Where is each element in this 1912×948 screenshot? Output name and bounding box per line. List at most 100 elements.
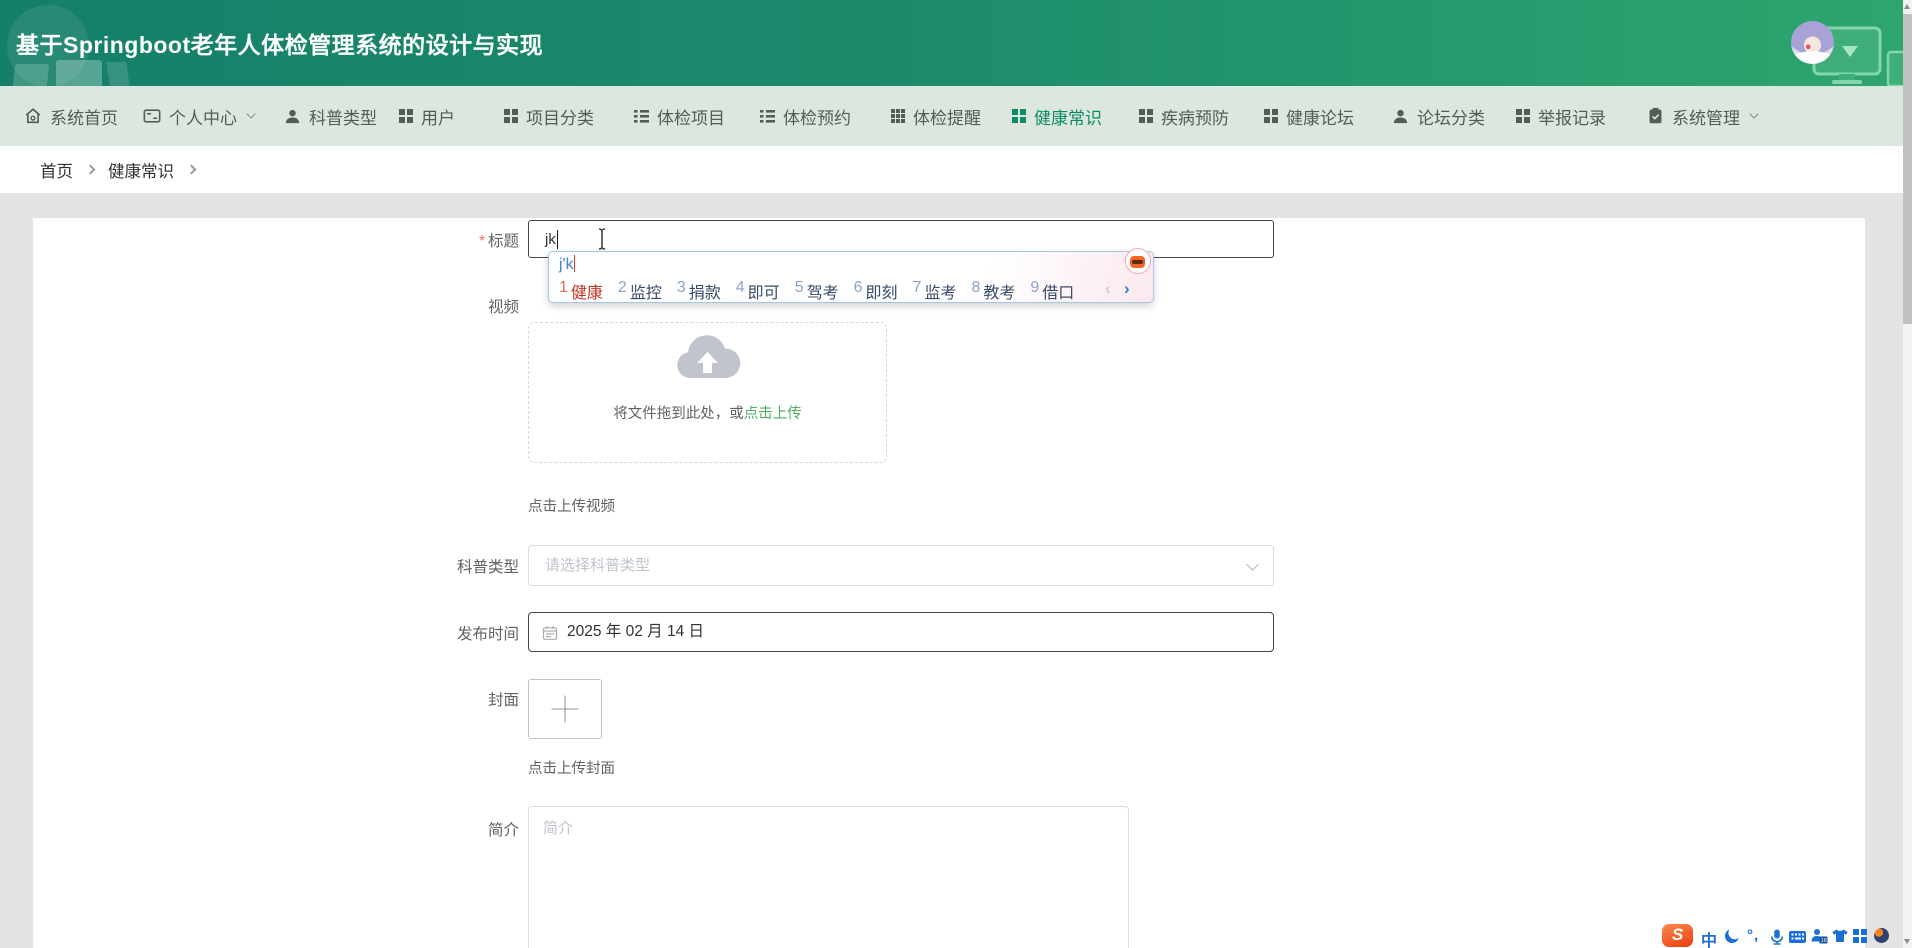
ime-composition: j'k: [559, 255, 576, 273]
grid-icon: [1139, 109, 1153, 123]
breadcrumb-item-health-knowledge[interactable]: 健康常识: [108, 158, 174, 182]
cover-upload-hint: 点击上传封面: [528, 761, 615, 777]
avatar[interactable]: [1791, 21, 1834, 64]
user-icon: [1393, 109, 1408, 123]
ime-candidate[interactable]: 9 借口: [1030, 279, 1074, 303]
ime-candidate[interactable]: 5 驾考: [795, 279, 839, 303]
breadcrumb-item-home[interactable]: 首页: [40, 158, 73, 182]
grid-icon: [504, 109, 518, 123]
nav-item-checkup-reminder[interactable]: 体检提醒: [891, 86, 981, 146]
dropzone-text: 将文件拖到此处，或点击上传: [613, 406, 802, 422]
video-dropzone[interactable]: 将文件拖到此处，或点击上传: [528, 322, 887, 463]
nav-item-users[interactable]: 用户: [399, 86, 455, 146]
list-icon: [634, 109, 649, 123]
user-16-icon[interactable]: 16: [1811, 928, 1828, 944]
nav-label: 健康常识: [1034, 108, 1102, 128]
vertical-scrollbar[interactable]: [1903, 0, 1912, 948]
nav-item-project-category[interactable]: 项目分类: [504, 86, 594, 146]
nav-item-health-forum[interactable]: 健康论坛: [1264, 86, 1354, 146]
user-icon: [285, 109, 300, 123]
text-caret: [556, 229, 559, 249]
toolbox-grid-icon[interactable]: [1853, 929, 1867, 943]
nav-item-science-type[interactable]: 科普类型: [284, 86, 377, 146]
ime-candidate-list: 1 健康 2 监控 3 捐款 4 即可 5 驾考 6 即刻 7 监考 8 教考 9 借口: [559, 279, 1074, 303]
nav-item-forum-category[interactable]: 论坛分类: [1392, 86, 1485, 146]
nav-label: 科普类型: [309, 108, 377, 128]
scroll-down-arrow[interactable]: [1904, 939, 1910, 944]
chevron-right-icon: [186, 164, 197, 175]
nav-label: 健康论坛: [1286, 108, 1354, 128]
clipboard-check-icon: [1649, 107, 1662, 124]
nav-label: 项目分类: [526, 108, 594, 128]
nav-item-report-records[interactable]: 举报记录: [1516, 86, 1606, 146]
grid-icon: [1516, 109, 1530, 123]
nav-label: 体检预约: [783, 108, 851, 128]
ime-caret: [573, 255, 576, 272]
scroll-up-arrow[interactable]: [1904, 4, 1910, 9]
nav-item-system-management[interactable]: 系统管理: [1647, 86, 1759, 146]
nav-label: 体检项目: [657, 108, 725, 128]
nav-label: 论坛分类: [1417, 108, 1485, 128]
page: 基于Springboot老年人体检管理系统的设计与实现 系统首页 个人中心 科普…: [0, 0, 1912, 948]
sogou-logo[interactable]: S: [1662, 924, 1693, 947]
nav-label: 体检提醒: [913, 108, 981, 128]
keyboard-icon[interactable]: [1789, 931, 1806, 943]
postcard-icon: [143, 109, 161, 123]
bug-icon[interactable]: [1874, 928, 1889, 943]
chevron-down-icon: [246, 108, 256, 119]
chevron-down-icon: [1749, 108, 1759, 119]
nav-item-personal-center[interactable]: 个人中心: [143, 86, 256, 146]
science-type-select[interactable]: 请选择科普类型: [528, 545, 1274, 586]
ime-candidate[interactable]: 2 监控: [618, 279, 662, 303]
nav-item-health-knowledge[interactable]: 健康常识: [1012, 86, 1102, 146]
ime-next-page-arrow[interactable]: ›: [1124, 279, 1130, 299]
nav-item-checkup-items[interactable]: 体检项目: [634, 86, 725, 146]
textarea-placeholder: 简介: [543, 820, 574, 837]
ime-candidate[interactable]: 3 捐款: [677, 279, 721, 303]
nav-label: 用户: [421, 108, 455, 128]
publish-time-field-label: 发布时间: [456, 626, 519, 643]
scrollbar-thumb[interactable]: [1903, 14, 1912, 324]
nav-item-checkup-appointment[interactable]: 体检预约: [760, 86, 851, 146]
title-field-label: * 标题: [478, 233, 519, 250]
cover-upload-box[interactable]: [528, 679, 602, 739]
ime-candidate[interactable]: 1 健康: [559, 279, 603, 303]
app-header: 基于Springboot老年人体检管理系统的设计与实现: [0, 0, 1912, 86]
publish-date-value: 2025 年 02 月 14 日: [567, 623, 704, 640]
publish-date-input[interactable]: 2025 年 02 月 14 日: [528, 612, 1274, 652]
home-icon: [25, 108, 41, 124]
punctuation-mode-icon[interactable]: °,: [1747, 927, 1759, 944]
ime-candidate[interactable]: 8 教考: [971, 279, 1015, 303]
half-moon-icon[interactable]: [1725, 929, 1739, 943]
list-icon: [760, 109, 775, 123]
chevron-right-icon: [85, 164, 96, 175]
calendar-icon: [542, 626, 558, 640]
intro-textarea[interactable]: 简介: [528, 806, 1129, 948]
nav-label: 举报记录: [1538, 108, 1606, 128]
nav-item-system-home[interactable]: 系统首页: [24, 86, 118, 146]
required-asterisk: *: [478, 233, 485, 250]
upload-link[interactable]: 点击上传: [744, 406, 802, 422]
svg-text:16: 16: [1821, 938, 1827, 944]
ime-candidate[interactable]: 6 即刻: [854, 279, 898, 303]
nav-item-disease-prevention[interactable]: 疾病预防: [1139, 86, 1229, 146]
grid-3x3-icon: [891, 109, 905, 123]
ime-mascot-icon[interactable]: [1125, 248, 1151, 274]
upload-cloud-icon: [677, 335, 741, 378]
microphone-icon[interactable]: [1769, 929, 1785, 945]
grid-icon: [1012, 109, 1026, 123]
nav-label: 个人中心: [169, 108, 237, 128]
ime-candidate[interactable]: 4 即可: [736, 279, 780, 303]
title-input-value: jk: [545, 230, 556, 248]
chinese-mode-icon[interactable]: 中: [1701, 927, 1717, 948]
nav-label: 系统管理: [1672, 108, 1740, 128]
text-cursor-pointer: [598, 228, 606, 250]
ime-prev-page-arrow[interactable]: ‹: [1105, 279, 1111, 299]
grid-icon: [1264, 109, 1278, 123]
main-nav: 系统首页 个人中心 科普类型 用户 项目分类 体检项目 体检预约 体检提醒 健康…: [0, 86, 1912, 146]
ime-candidate[interactable]: 7 监考: [913, 279, 957, 303]
intro-field-label: 简介: [487, 822, 519, 839]
ime-popup: j'k 1 健康 2 监控 3 捐款 4 即可 5 驾考 6 即刻 7 监考 8 教考 9 借口 …: [548, 248, 1154, 303]
video-field-label: 视频: [487, 299, 519, 316]
skin-shirt-icon[interactable]: [1832, 929, 1848, 943]
